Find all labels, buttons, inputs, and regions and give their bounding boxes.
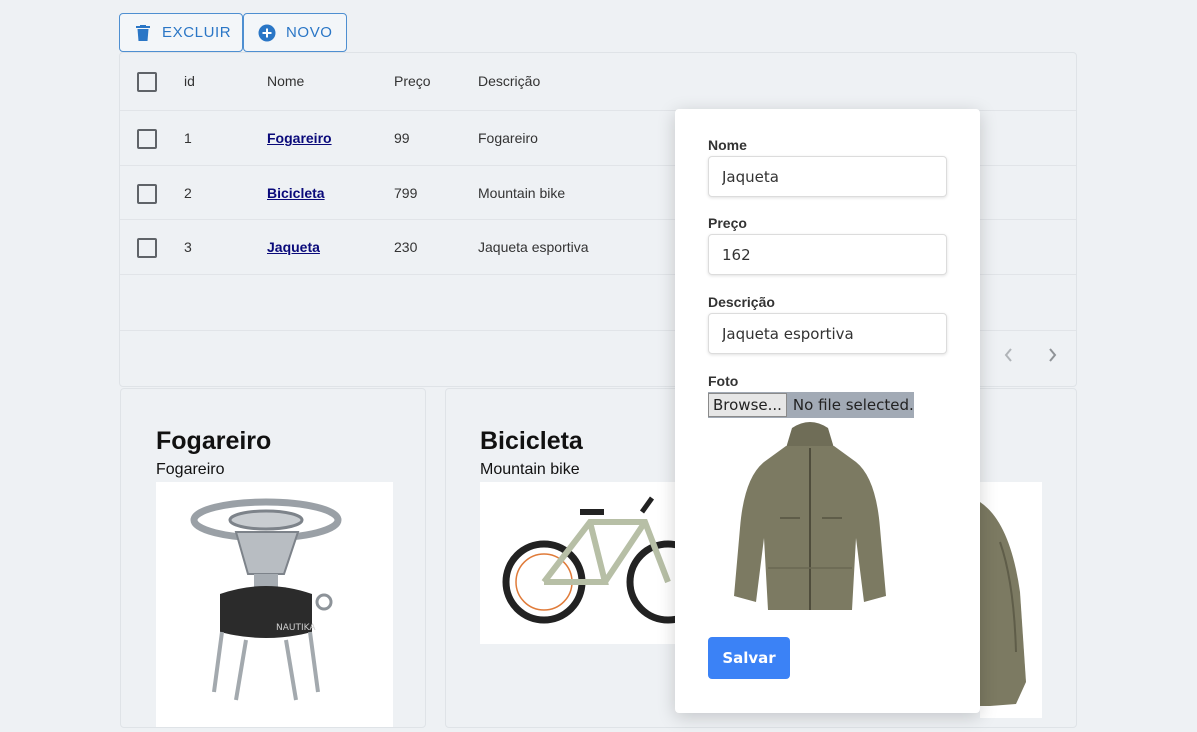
column-header-descricao[interactable]: Descrição [478,73,540,89]
product-edit-form: Nome Preço Descrição Foto Browse... No f… [675,109,980,713]
row-description: Fogareiro [478,130,538,146]
jacket-image [980,482,1042,718]
descricao-label: Descrição [708,294,775,310]
product-card: Fogareiro Fogareiro NAUTIKA [120,388,426,728]
new-button[interactable]: NOVO [243,13,347,52]
chevron-right-icon[interactable] [1046,345,1058,368]
preco-input[interactable] [708,234,947,275]
row-id: 2 [184,185,192,201]
foto-label: Foto [708,373,739,389]
svg-text:NAUTIKA: NAUTIKA [276,623,316,633]
delete-button[interactable]: EXCLUIR [119,13,243,52]
bicycle-image [480,482,710,644]
select-all-checkbox[interactable] [137,72,157,92]
row-name-link[interactable]: Fogareiro [267,130,332,146]
nome-input[interactable] [708,156,947,197]
photo-file-input[interactable]: Browse... No file selected. [708,392,914,418]
row-name-link[interactable]: Jaqueta [267,239,320,255]
row-checkbox[interactable] [137,184,157,204]
file-status: No file selected. [792,396,914,414]
trash-icon [134,24,152,42]
card-title: Bicicleta [480,427,583,455]
row-description: Jaqueta esportiva [478,239,589,255]
jacket-preview-image [730,418,890,621]
column-header-id[interactable]: id [184,73,195,89]
plus-circle-icon [258,24,276,42]
row-name-link[interactable]: Bicicleta [267,185,325,201]
descricao-input[interactable] [708,313,947,354]
browse-button[interactable]: Browse... [708,393,787,417]
column-header-preco[interactable]: Preço [394,73,431,89]
table-header: id Nome Preço Descrição [120,53,1076,111]
stove-image: NAUTIKA [156,482,393,727]
preco-label: Preço [708,215,747,231]
save-button[interactable]: Salvar [708,637,790,679]
row-checkbox[interactable] [137,129,157,149]
row-description: Mountain bike [478,185,566,201]
column-header-nome[interactable]: Nome [267,73,304,89]
card-description: Mountain bike [480,461,580,478]
row-checkbox[interactable] [137,238,157,258]
row-price: 230 [394,239,418,255]
new-button-label: NOVO [286,24,333,41]
row-price: 99 [394,130,410,146]
row-price: 799 [394,185,418,201]
chevron-left-icon[interactable] [1003,345,1015,368]
row-id: 3 [184,239,192,255]
nome-label: Nome [708,137,747,153]
card-title: Fogareiro [156,427,272,455]
card-description: Fogareiro [156,461,225,478]
row-id: 1 [184,130,192,146]
delete-button-label: EXCLUIR [162,24,232,41]
